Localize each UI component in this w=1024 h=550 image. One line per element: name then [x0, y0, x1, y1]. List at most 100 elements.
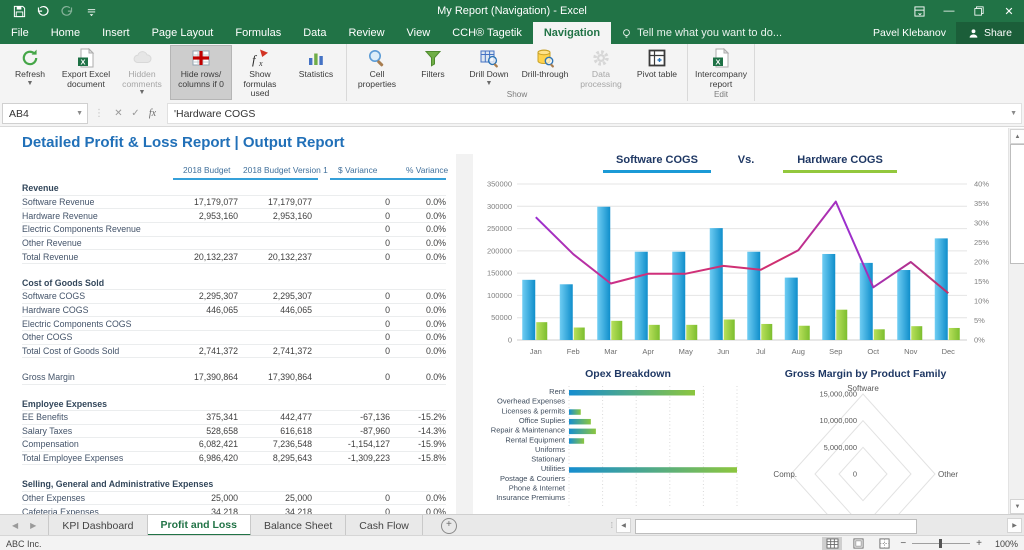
opex-chart[interactable]: RentOverhead ExpensesLicenses & permitsO…: [481, 384, 781, 512]
ribbon-tab-view[interactable]: View: [396, 22, 442, 44]
tab-scroll-left-icon[interactable]: ◀: [12, 521, 18, 530]
vertical-scroll-thumb[interactable]: [1010, 144, 1024, 264]
section-header-row[interactable]: Selling, General and Administrative Expe…: [22, 478, 446, 492]
scroll-down-icon[interactable]: ▼: [1010, 499, 1024, 514]
radar-chart[interactable]: 15,000,00010,000,0005,000,0000SoftwareOt…: [773, 382, 1008, 514]
pane-splitter-handle[interactable]: ⁞: [611, 521, 614, 530]
ribbon-tab-page-layout[interactable]: Page Layout: [141, 22, 225, 44]
formula-bar-expand-icon[interactable]: ▼: [1010, 110, 1017, 117]
restore-button[interactable]: [964, 0, 994, 22]
table-row[interactable]: Total Employee Expenses6,986,4208,295,64…: [22, 452, 446, 466]
formula-input[interactable]: 'Hardware COGS ▼: [167, 103, 1022, 124]
table-row[interactable]: Salary Taxes528,658616,618-87,960-14.3%: [22, 425, 446, 439]
statistics-button[interactable]: Statistics: [288, 45, 344, 100]
table-row[interactable]: Total Revenue20,132,23720,132,23700.0%: [22, 250, 446, 264]
sheet-tab-profit-and-loss[interactable]: Profit and Loss: [148, 515, 251, 536]
table-row[interactable]: Electric Components Revenue00.0%: [22, 223, 446, 237]
cell-value: -14.3%: [390, 426, 446, 436]
export-excel-document-button[interactable]: XExport Excel document: [58, 45, 114, 100]
ribbon-tab-formulas[interactable]: Formulas: [224, 22, 292, 44]
page-break-view-icon[interactable]: [874, 537, 894, 550]
horizontal-scrollbar[interactable]: [633, 519, 1005, 532]
sheet-tab-kpi-dashboard[interactable]: KPI Dashboard: [48, 515, 147, 536]
dropdown-caret-icon[interactable]: ▼: [486, 80, 493, 88]
ribbon-tab-data[interactable]: Data: [292, 22, 337, 44]
table-row[interactable]: Total Cost of Goods Sold2,741,3722,741,3…: [22, 345, 446, 359]
close-button[interactable]: ✕: [994, 0, 1024, 22]
table-row[interactable]: Hardware COGS446,065446,06500.0%: [22, 304, 446, 318]
page-layout-view-icon[interactable]: [848, 537, 868, 550]
zoom-level[interactable]: 100%: [988, 539, 1018, 549]
show-formulas-used-button[interactable]: fxShow formulas used: [232, 45, 288, 100]
filters-button[interactable]: Filters: [405, 45, 461, 90]
ribbon-button-label: Drill Down: [469, 70, 508, 80]
table-row[interactable]: Other Revenue00.0%: [22, 237, 446, 251]
zoom-out-button[interactable]: −: [900, 538, 906, 549]
insert-function-icon[interactable]: fx: [144, 108, 161, 119]
horizontal-scroll-thumb[interactable]: [635, 519, 917, 534]
statistics-icon: [305, 48, 327, 69]
pivot-table-icon: [646, 48, 668, 69]
table-row[interactable]: Software COGS2,295,3072,295,30700.0%: [22, 290, 446, 304]
table-row[interactable]: Gross Margin17,390,86417,390,86400.0%: [22, 371, 446, 385]
ribbon-tab-cch-tagetik[interactable]: CCH® Tagetik: [441, 22, 533, 44]
ribbon-tab-home[interactable]: Home: [40, 22, 91, 44]
name-box[interactable]: AB4 ▼: [2, 103, 88, 124]
table-row[interactable]: Software Revenue17,179,07717,179,07700.0…: [22, 196, 446, 210]
header-underline-variance: [330, 178, 446, 180]
drill-through-button[interactable]: Drill-through: [517, 45, 573, 90]
cell-value: 0: [312, 332, 390, 342]
ribbon-tab-insert[interactable]: Insert: [91, 22, 141, 44]
dropdown-caret-icon[interactable]: ▼: [139, 89, 146, 97]
sheet-tab-cash-flow[interactable]: Cash Flow: [346, 515, 423, 536]
scroll-right-icon[interactable]: ▶: [1007, 518, 1022, 533]
enter-icon[interactable]: ✓: [127, 108, 144, 119]
zoom-slider[interactable]: [912, 543, 970, 544]
ribbon-display-options-icon[interactable]: [904, 0, 934, 22]
new-sheet-button[interactable]: +: [441, 518, 457, 534]
section-header-row[interactable]: Employee Expenses: [22, 397, 446, 411]
formula-bar: AB4 ▼ ⋮ ✕ ✓ fx 'Hardware COGS ▼: [0, 101, 1024, 127]
cancel-icon[interactable]: ✕: [110, 108, 127, 119]
table-row[interactable]: Other COGS00.0%: [22, 331, 446, 345]
dropdown-caret-icon[interactable]: ▼: [27, 80, 34, 88]
tell-me-box[interactable]: Tell me what you want to do...: [611, 22, 792, 44]
intercompany-report-button[interactable]: XIntercompany report: [690, 45, 752, 90]
minimize-button[interactable]: —: [934, 0, 964, 22]
normal-view-icon[interactable]: [822, 537, 842, 550]
scroll-left-icon[interactable]: ◀: [616, 518, 631, 533]
ribbon-tab-navigation[interactable]: Navigation: [533, 22, 611, 44]
section-header-row[interactable]: Revenue: [22, 182, 446, 196]
ribbon-tab-row: FileHomeInsertPage LayoutFormulasDataRev…: [0, 22, 1024, 44]
share-button[interactable]: Share: [956, 22, 1024, 44]
row-label: Compensation: [22, 439, 152, 449]
hide-rows-columns-if-0-button[interactable]: Hide rows/ columns if 0: [170, 45, 232, 100]
table-row[interactable]: Other Expenses25,00025,00000.0%: [22, 492, 446, 506]
save-icon[interactable]: [12, 4, 26, 18]
table-row[interactable]: Compensation6,082,4217,236,548-1,154,127…: [22, 438, 446, 452]
customize-quick-access-icon[interactable]: [84, 4, 98, 18]
name-box-caret-icon[interactable]: ▼: [76, 110, 83, 117]
sheet-tab-balance-sheet[interactable]: Balance Sheet: [251, 515, 346, 536]
cell-properties-button[interactable]: Cell properties: [349, 45, 405, 90]
vertical-scrollbar[interactable]: ▲ ▼: [1008, 128, 1024, 514]
combo-chart[interactable]: 0500001000001500002000002500003000003500…: [479, 176, 999, 384]
scroll-up-icon[interactable]: ▲: [1010, 129, 1024, 144]
refresh-button[interactable]: Refresh▼: [2, 45, 58, 100]
ribbon-tab-file[interactable]: File: [0, 22, 40, 44]
pivot-table-button[interactable]: Pivot table: [629, 45, 685, 90]
table-row[interactable]: Cafeteria Expenses34,21834,21800.0%: [22, 505, 446, 514]
ribbon-group-label: Edit: [690, 90, 752, 101]
table-row[interactable]: EE Benefits375,341442,477-67,136-15.2%: [22, 411, 446, 425]
table-row[interactable]: Electric Components COGS00.0%: [22, 317, 446, 331]
section-header-row[interactable]: Cost of Goods Sold: [22, 276, 446, 290]
ribbon-tab-review[interactable]: Review: [337, 22, 395, 44]
drill-down-button[interactable]: Drill Down▼: [461, 45, 517, 90]
svg-text:Mar: Mar: [604, 347, 617, 356]
undo-icon[interactable]: [36, 4, 50, 18]
zoom-in-button[interactable]: +: [976, 538, 982, 549]
cell-value: 0: [312, 224, 390, 234]
zoom-slider-thumb[interactable]: [939, 539, 942, 548]
table-row[interactable]: Hardware Revenue2,953,1602,953,16000.0%: [22, 209, 446, 223]
tab-scroll-right-icon[interactable]: ▶: [30, 521, 36, 530]
